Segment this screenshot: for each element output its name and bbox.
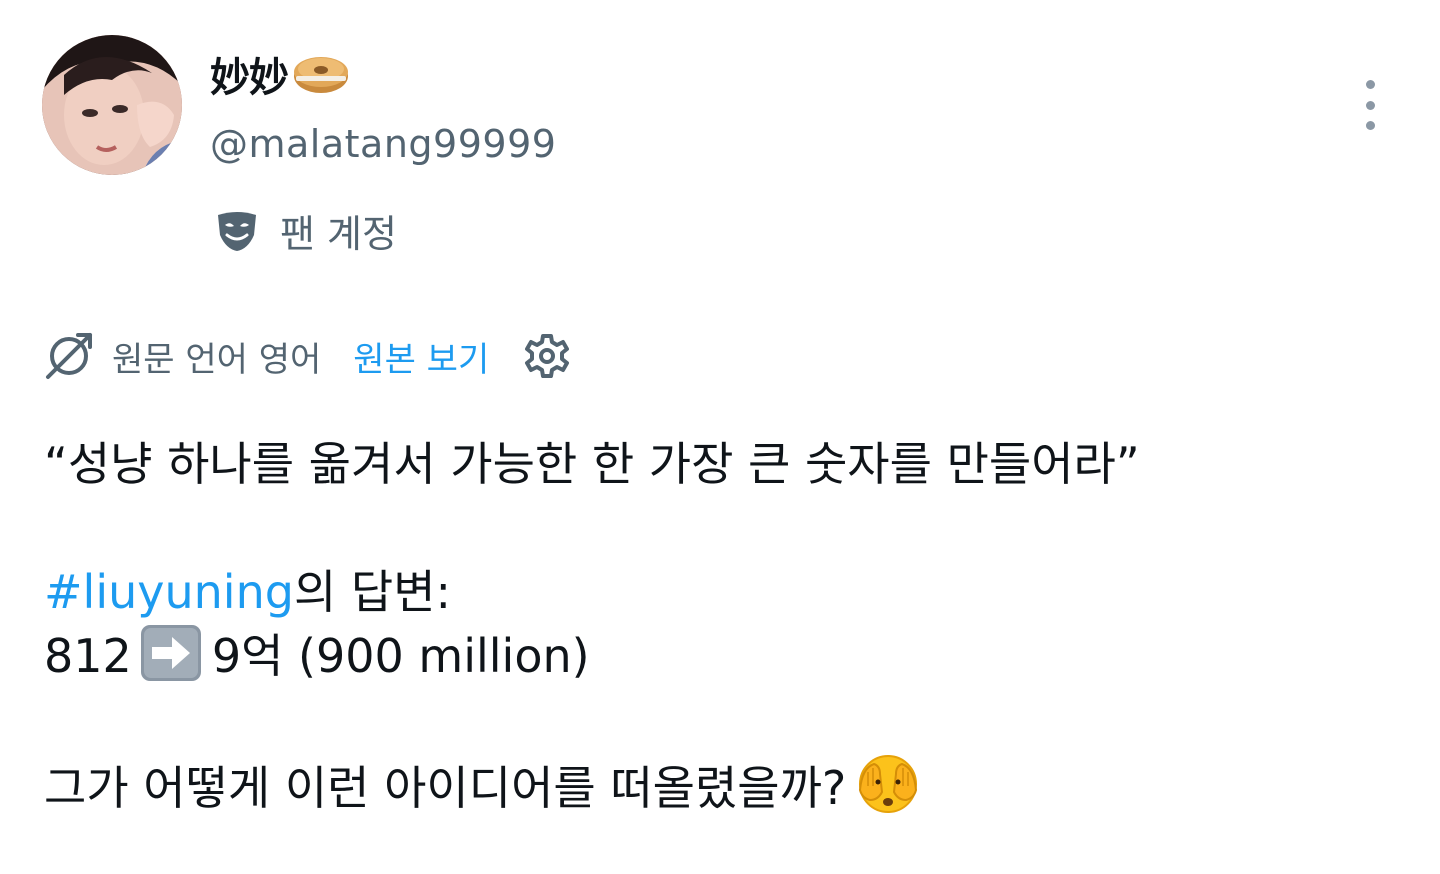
tweet-line-question: 그가 어떻게 이런 아이디어를 떠올렸을까?	[44, 752, 1404, 820]
more-dot-icon	[1365, 121, 1375, 130]
question-text: 그가 어떻게 이런 아이디어를 떠올렸을까?	[44, 761, 847, 815]
translate-icon	[46, 333, 92, 379]
answer-label: 의 답변:	[293, 565, 452, 619]
face-with-hands-over-eyes-emoji	[859, 755, 918, 813]
avatar-photo	[42, 35, 182, 175]
bagel-emoji	[294, 57, 348, 93]
more-options-button[interactable]	[1350, 80, 1390, 130]
translation-source: 원문 언어 영어	[112, 339, 322, 380]
display-name-text: 妙妙	[210, 55, 289, 101]
hashtag-link[interactable]: #liuyuning	[44, 565, 294, 619]
fan-account-text: 팬 계정	[280, 211, 397, 256]
tweet-line-answer: #liuyuning의 답변:	[44, 560, 1404, 624]
fan-account-label: 팬 계정	[214, 204, 397, 256]
tweet-line-numbers: 812 9억 (900 million)	[44, 624, 1404, 688]
number-to: 9억 (900 million)	[211, 629, 590, 683]
more-dot-icon	[1365, 100, 1375, 110]
mask-icon	[218, 212, 256, 251]
display-name[interactable]: 妙妙	[210, 46, 350, 102]
tweet-text: “성냥 하나를 옮겨서 가능한 한 가장 큰 숫자를 만들어라” #liuyun…	[44, 432, 1404, 820]
user-handle[interactable]: @malatang99999	[210, 122, 556, 166]
gear-icon[interactable]	[521, 330, 573, 382]
right-arrow-emoji	[140, 625, 201, 681]
avatar[interactable]	[42, 35, 182, 175]
translation-bar: 원문 언어 영어 원본 보기	[42, 328, 573, 384]
show-original-link[interactable]: 원본 보기	[353, 332, 489, 381]
more-dot-icon	[1365, 80, 1375, 89]
number-from: 812	[44, 629, 132, 683]
tweet-line-quote: “성냥 하나를 옮겨서 가능한 한 가장 큰 숫자를 만들어라”	[44, 437, 1140, 491]
